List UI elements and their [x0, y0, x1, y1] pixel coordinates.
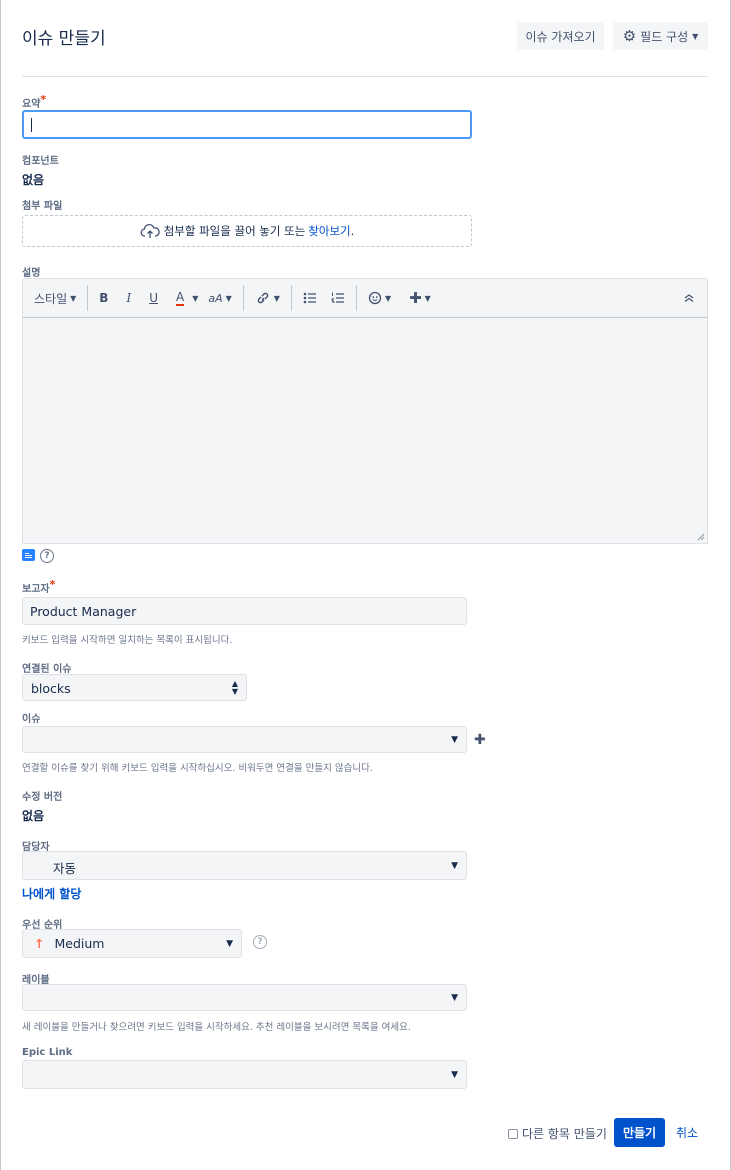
link-type-select[interactable]: blocks ▲ ▼	[22, 674, 247, 701]
bold-button[interactable]: B	[94, 286, 113, 310]
collapse-toolbar-button[interactable]	[679, 286, 699, 310]
text-cursor	[31, 118, 32, 132]
gear-icon: ⚙	[622, 26, 637, 45]
create-button-label: 만들기	[622, 1126, 657, 1140]
configure-fields-button[interactable]: ⚙ 필드 구성 ▼	[613, 22, 708, 50]
priority-select[interactable]: ↑ Medium ▼	[22, 929, 242, 958]
cloud-upload-icon	[140, 223, 160, 239]
dropzone-period: .	[350, 224, 355, 238]
editor-toolbar: 스타일 ▼ B I U A ▼ aA ▼ ▼ ▼ ✚ ▼	[22, 278, 708, 318]
description-label: 설명	[22, 268, 41, 279]
emoji-icon	[368, 291, 382, 305]
chevron-down-icon: ▼	[424, 293, 431, 303]
add-issue-link-icon[interactable]: ✚	[474, 732, 486, 748]
component-label: 컴포넌트	[22, 156, 59, 167]
text-style-label: 스타일	[34, 291, 68, 306]
text-color-button[interactable]: A ▼	[171, 286, 203, 310]
reporter-help: 키보드 입력을 시작하면 일치하는 목록이 표시됩니다.	[22, 635, 233, 646]
labels-help: 새 레이블을 만들거나 찾으려면 키보드 입력을 시작하세요. 추천 레이블을 …	[22, 1022, 411, 1033]
configure-fields-label: 필드 구성	[640, 29, 689, 44]
reporter-label: 보고자*	[22, 578, 56, 595]
chevron-down-icon: ▼	[451, 992, 458, 1003]
text-style-dropdown[interactable]: 스타일 ▼	[29, 286, 81, 310]
priority-value: Medium	[54, 936, 105, 951]
dropzone-text: 첨부할 파일을 끌어 놓기 또는	[163, 224, 306, 238]
arrow-up-icon: ↑	[34, 936, 45, 951]
more-formatting-icon: aA	[208, 291, 223, 305]
summary-label-text: 요약	[22, 99, 41, 110]
plus-icon: ✚	[409, 289, 422, 307]
insert-more-button[interactable]: ✚ ▼	[404, 286, 436, 310]
fix-version-label: 수정 버전	[22, 792, 63, 803]
epic-link-label: Epic Link	[22, 1047, 73, 1058]
reporter-value: Product Manager	[30, 604, 137, 619]
underline-icon: U	[149, 291, 158, 305]
chevron-down-icon: ▼	[451, 1069, 458, 1080]
issue-label: 이슈	[22, 714, 41, 725]
emoji-button[interactable]: ▼	[363, 286, 396, 310]
fix-version-value[interactable]: 없음	[22, 807, 44, 824]
underline-button[interactable]: U	[144, 286, 163, 310]
create-another-checkbox[interactable]	[508, 1128, 518, 1139]
more-formatting-button[interactable]: aA ▼	[203, 286, 236, 310]
import-issues-button[interactable]: 이슈 가져오기	[517, 22, 604, 50]
caret-down-icon: ▼	[692, 31, 699, 41]
summary-input[interactable]	[22, 110, 472, 139]
toolbar-divider	[87, 285, 89, 311]
cancel-link[interactable]: 취소	[676, 1124, 698, 1141]
required-mark: *	[49, 578, 56, 591]
italic-icon: I	[126, 291, 132, 305]
issue-select[interactable]: ▼	[22, 726, 467, 753]
bullet-list-button[interactable]	[298, 286, 322, 310]
italic-button[interactable]: I	[121, 286, 136, 310]
chevron-down-icon: ▼	[273, 293, 280, 303]
attachment-label: 첨부 파일	[22, 201, 63, 212]
chevron-down-icon: ▼	[192, 293, 199, 303]
required-mark: *	[40, 93, 47, 106]
link-icon	[255, 291, 271, 305]
resize-handle-icon[interactable]	[697, 533, 705, 541]
toolbar-divider	[290, 285, 292, 311]
component-value[interactable]: 없음	[22, 171, 44, 188]
text-color-icon: A	[175, 289, 185, 306]
bullet-list-icon	[303, 292, 317, 304]
attachment-dropzone[interactable]: 첨부할 파일을 끌어 놓기 또는 찾아보기.	[22, 215, 472, 247]
chevron-down-icon: ▼	[384, 293, 392, 303]
epic-link-select[interactable]: ▼	[22, 1060, 467, 1089]
reporter-input[interactable]: Product Manager	[22, 597, 467, 625]
chevron-down-icon: ▼	[226, 938, 233, 949]
toolbar-divider	[355, 285, 357, 311]
numbered-list-button[interactable]	[326, 286, 350, 310]
link-type-value: blocks	[31, 681, 71, 696]
visual-mode-icon[interactable]	[22, 549, 35, 561]
dialog-title: 이슈 만들기	[22, 29, 106, 49]
labels-select[interactable]: ▼	[22, 984, 467, 1011]
chevron-down-icon: ▼	[451, 860, 458, 871]
sort-updown-icon: ▲ ▼	[231, 678, 238, 696]
header-divider	[22, 76, 708, 77]
assign-to-me-link[interactable]: 나에게 할당	[22, 885, 81, 902]
assignee-value: 자동	[53, 861, 77, 876]
numbered-list-icon	[331, 292, 345, 304]
import-issues-label: 이슈 가져오기	[525, 29, 596, 44]
help-icon[interactable]: ?	[40, 549, 54, 563]
description-editor[interactable]	[22, 318, 708, 544]
summary-label: 요약*	[22, 93, 47, 110]
toolbar-divider	[242, 285, 244, 311]
create-another-option: 다른 항목 만들기	[508, 1125, 607, 1142]
browse-link[interactable]: 찾아보기	[308, 224, 350, 238]
chevron-down-icon: ▼	[451, 734, 458, 745]
chevron-down-icon: ▼	[225, 293, 232, 303]
create-another-label: 다른 항목 만들기	[522, 1127, 607, 1141]
assignee-select[interactable]: 자동 ▼	[22, 851, 467, 880]
chevron-down-icon: ▼	[70, 293, 77, 303]
help-icon[interactable]: ?	[253, 935, 267, 949]
double-chevron-up-icon	[684, 293, 694, 303]
issue-help: 연결할 이슈를 찾기 위해 키보드 입력을 시작하십시오. 비워두면 연결을 만…	[22, 763, 373, 774]
bold-icon: B	[99, 291, 109, 305]
linked-issues-label: 연결된 이슈	[22, 664, 72, 675]
create-button[interactable]: 만들기	[614, 1118, 665, 1147]
link-button[interactable]: ▼	[250, 286, 285, 310]
reporter-label-text: 보고자	[22, 584, 50, 595]
